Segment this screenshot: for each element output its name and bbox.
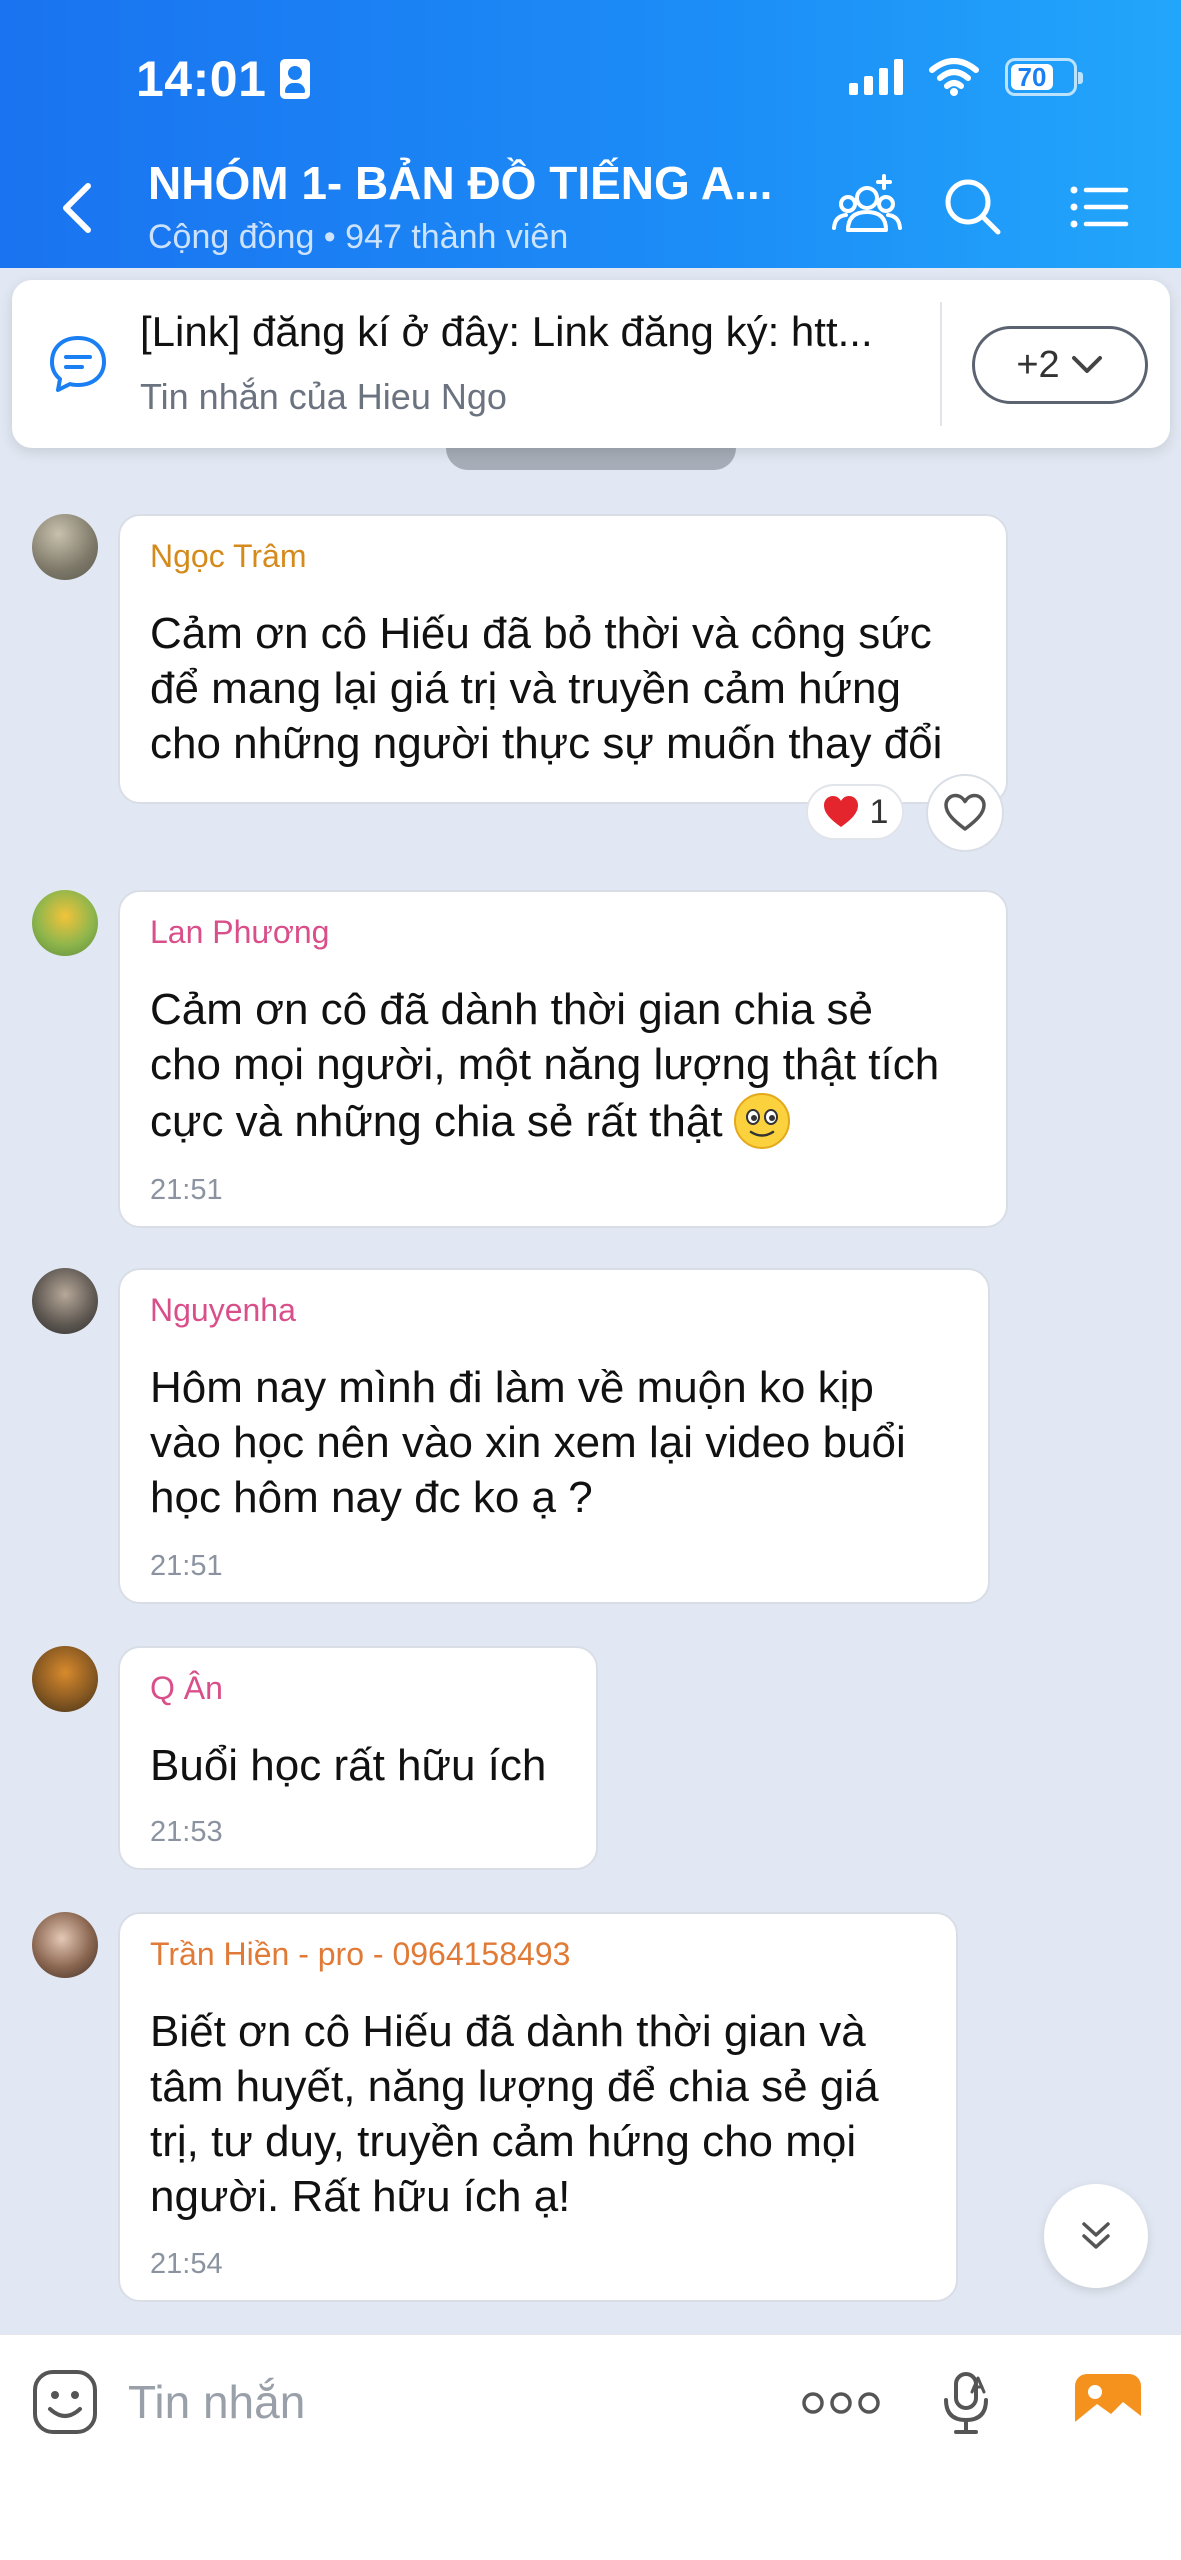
message-sender[interactable]: Lan Phương (150, 914, 329, 951)
status-time-text: 14:01 (136, 51, 267, 107)
more-pinned-button[interactable]: +2 (972, 326, 1148, 404)
message-time: 21:54 (150, 2248, 223, 2280)
message-line: cực và những chia sẻ rất thật (150, 1096, 723, 1146)
message-time: 21:51 (150, 1174, 223, 1206)
search-icon[interactable] (938, 172, 1008, 242)
message-line: để mang lại giá trị và truyền cảm hứng (150, 664, 901, 713)
message-line: Hôm nay mình đi làm về muộn ko kịp (150, 1363, 874, 1412)
cellular-signal-icon (849, 59, 903, 95)
message-text: Hôm nay mình đi làm về muộn ko kịp vào h… (150, 1360, 906, 1525)
message-time: 21:51 (150, 1550, 223, 1582)
sticker-emoji-icon[interactable] (30, 2367, 100, 2437)
message-text: Biết ơn cô Hiếu đã dành thời gian và tâm… (150, 2004, 879, 2224)
avatar[interactable] (32, 1268, 98, 1334)
message-bubble[interactable]: Q Ân Buổi học rất hữu ích 21:53 (118, 1646, 598, 1870)
message-text: Cảm ơn cô Hiếu đã bỏ thời và công sức để… (150, 606, 942, 771)
message-bubble-icon (50, 336, 106, 392)
message-bubble[interactable]: Nguyenha Hôm nay mình đi làm về muộn ko … (118, 1268, 990, 1604)
battery-level: 70 (1011, 62, 1053, 92)
avatar[interactable] (32, 514, 98, 580)
wifi-icon (929, 58, 979, 96)
message-line: tâm huyết, năng lượng để chia sẻ giá (150, 2062, 879, 2111)
message-bubble[interactable]: Ngọc Trâm Cảm ơn cô Hiếu đã bỏ thời và c… (118, 514, 1008, 804)
message-line: vào học nên vào xin xem lại video buổi (150, 1418, 906, 1467)
pinned-message-author: Tin nhắn của Hieu Ngo (140, 376, 507, 417)
group-title[interactable]: NHÓM 1- BẢN ĐỒ TIẾNG A... (148, 156, 798, 210)
message-line: Biết ơn cô Hiếu đã dành thời gian và (150, 2007, 866, 2056)
message-line: Cảm ơn cô đã dành thời gian chia sẻ (150, 985, 874, 1034)
pinned-message-text[interactable]: [Link] đăng kí ở đây: Link đăng ký: htt.… (140, 308, 910, 356)
message-text: Cảm ơn cô đã dành thời gian chia sẻ cho … (150, 982, 939, 1150)
message-bubble[interactable]: Trần Hiền - pro - 0964158493 Biết ơn cô … (118, 1912, 958, 2302)
double-chevron-down-icon (1082, 2222, 1110, 2249)
image-gallery-icon (1075, 2374, 1141, 2432)
message-line: người. Rất hữu ích ạ! (150, 2172, 571, 2221)
gallery-button[interactable] (1070, 2365, 1146, 2441)
message-line: cho những người thực sự muốn thay đổi (150, 719, 943, 768)
message-line-with-emoji: cực và những chia sẻ rất thật (150, 1092, 939, 1150)
chat-header: 14:01 70 NHÓM 1- BẢN ĐỒ TIẾNG A... Cộng … (0, 0, 1181, 268)
avatar[interactable] (32, 1646, 98, 1712)
message-bubble[interactable]: Lan Phương Cảm ơn cô đã dành thời gian c… (118, 890, 1008, 1228)
chevron-down-icon (1071, 356, 1102, 373)
voice-message-button[interactable] (928, 2365, 1004, 2441)
add-member-icon[interactable] (832, 172, 902, 242)
message-sender[interactable]: Trần Hiền - pro - 0964158493 (150, 1936, 570, 1973)
back-arrow-icon[interactable] (56, 180, 100, 236)
more-options-button[interactable] (796, 2365, 886, 2441)
message-input[interactable] (128, 2369, 748, 2435)
avatar[interactable] (32, 1912, 98, 1978)
group-member-count[interactable]: Cộng đồng • 947 thành viên (148, 218, 568, 257)
more-dots-icon (802, 2392, 880, 2414)
heart-outline-icon (944, 793, 986, 831)
message-line: Cảm ơn cô Hiếu đã bỏ thời và công sức (150, 609, 932, 658)
message-input-bar (0, 2334, 1181, 2560)
pinned-message-bar[interactable]: [Link] đăng kí ở đây: Link đăng ký: htt.… (12, 280, 1170, 448)
status-time: 14:01 (136, 50, 311, 108)
contact-card-icon (280, 59, 311, 99)
message-line: học hôm nay đc ko ạ ? (150, 1473, 593, 1522)
message-line: trị, tư duy, truyền cảm hứng cho mọi (150, 2117, 857, 2166)
message-text: Buổi học rất hữu ích (150, 1738, 546, 1793)
menu-list-icon[interactable] (1064, 172, 1134, 242)
battery-icon: 70 (1005, 58, 1083, 96)
message-sender[interactable]: Q Ân (150, 1670, 223, 1707)
heart-icon (823, 796, 858, 827)
pinned-divider (940, 302, 942, 426)
message-sender[interactable]: Ngọc Trâm (150, 538, 306, 575)
message-line: Buổi học rất hữu ích (150, 1741, 547, 1790)
avatar[interactable] (32, 890, 98, 956)
scroll-to-bottom-button[interactable] (1044, 2184, 1148, 2288)
message-sender[interactable]: Nguyenha (150, 1292, 296, 1329)
more-pinned-count: +2 (1016, 343, 1060, 386)
reaction-summary[interactable]: 1 (806, 784, 904, 840)
status-indicators: 70 (849, 58, 1083, 96)
microphone-icon (944, 2372, 988, 2434)
message-line: cho mọi người, một năng lượng thật tích (150, 1040, 940, 1089)
smiley-emoji-icon (733, 1093, 790, 1149)
reaction-count: 1 (869, 792, 889, 831)
react-button[interactable] (926, 774, 1004, 852)
message-time: 21:53 (150, 1816, 223, 1848)
